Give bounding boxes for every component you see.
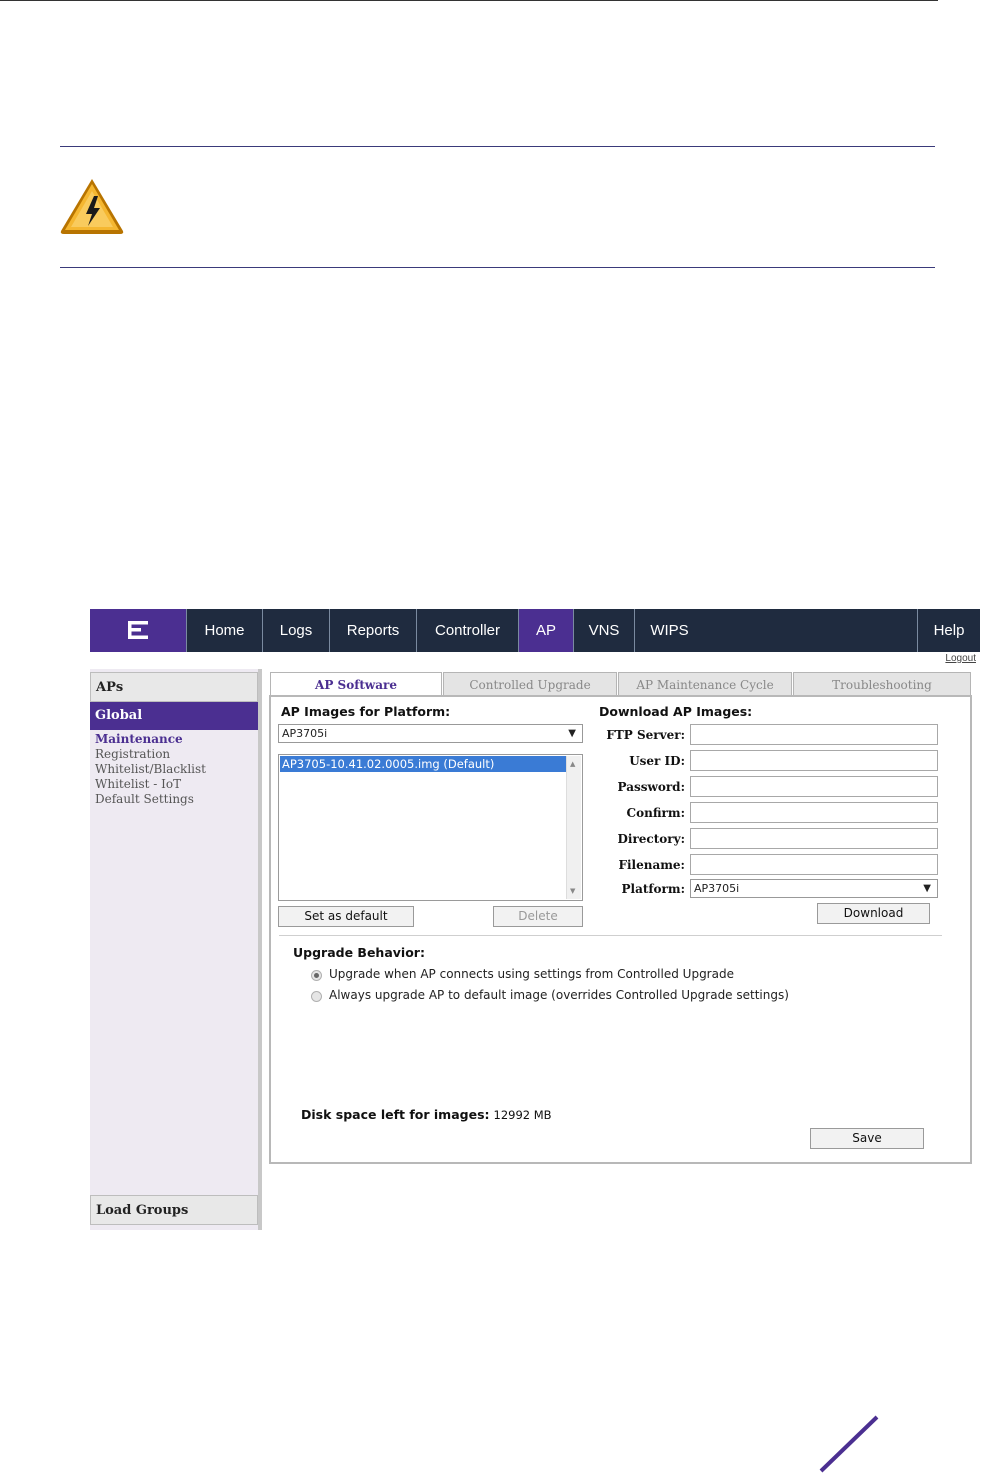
tab-ap-software-maintenance[interactable]: AP Software Maintenance (270, 672, 442, 716)
note-top-rule (60, 146, 935, 147)
sidebar-item-default-settings[interactable]: Default Settings (95, 792, 194, 807)
sidebar-item-maintenance[interactable]: Maintenance (95, 732, 183, 747)
image-list[interactable]: AP3705-10.41.02.0005.img (Default) ▲ ▼ (278, 754, 583, 901)
list-item[interactable]: AP3705-10.41.02.0005.img (Default) (280, 756, 567, 772)
brand-slash-icon (819, 1415, 879, 1473)
download-platform-select[interactable]: AP3705i ▼ (690, 879, 938, 898)
user-id-input[interactable] (690, 750, 938, 771)
tab-ap-maintenance-cycle[interactable]: AP Maintenance Cycle (618, 672, 792, 696)
top-rule (0, 0, 938, 1)
upgrade-option-label-0: Upgrade when AP connects using settings … (329, 967, 734, 981)
warning-electrical-hazard-icon (60, 179, 124, 234)
tab-troubleshooting[interactable]: Troubleshooting (793, 672, 971, 696)
upgrade-option-radio-0[interactable] (311, 970, 322, 981)
sidebar-load-groups[interactable]: Load Groups (90, 1195, 258, 1225)
filename-label: Filename: (618, 858, 685, 872)
confirm-label: Confirm: (626, 806, 685, 820)
ui-screenshot: Home Logs Reports Controller AP VNS WIPS… (90, 609, 980, 1230)
disk-space: Disk space left for images: 12992 MB (301, 1107, 552, 1122)
nav-reports[interactable]: Reports (329, 609, 416, 652)
sidebar-global-header[interactable]: Global (90, 702, 258, 730)
platform-select[interactable]: AP3705i ▼ (278, 724, 583, 743)
ftp-server-input[interactable] (690, 724, 938, 745)
logout-link[interactable]: Logout (945, 653, 976, 664)
upgrade-behavior-title: Upgrade Behavior: (293, 945, 425, 960)
sidebar-item-whitelist-blacklist[interactable]: Whitelist/Blacklist (95, 762, 206, 777)
download-platform-label: Platform: (621, 882, 685, 896)
main-panel: AP Images for Platform: AP3705i ▼ AP3705… (269, 695, 972, 1164)
delete-button[interactable]: Delete (493, 906, 583, 927)
confirm-input[interactable] (690, 802, 938, 823)
sidebar-aps-header[interactable]: APs (90, 672, 258, 702)
nav-ap[interactable]: AP (518, 609, 573, 652)
section-divider (279, 935, 942, 936)
directory-input[interactable] (690, 828, 938, 849)
nav-help[interactable]: Help (917, 609, 980, 652)
upgrade-option-radio-1[interactable] (311, 991, 322, 1002)
set-default-button[interactable]: Set as default (278, 906, 414, 927)
nav-wips[interactable]: WIPS (634, 609, 704, 652)
disk-space-label: Disk space left for images: (301, 1107, 490, 1122)
download-platform-value: AP3705i (694, 882, 740, 895)
upgrade-option-label-1: Always upgrade AP to default image (over… (329, 988, 789, 1002)
password-label: Password: (617, 780, 685, 794)
sidebar: APs Global Maintenance Registration Whit… (90, 669, 262, 1230)
disk-space-value: 12992 MB (493, 1108, 552, 1122)
nav-logs[interactable]: Logs (262, 609, 329, 652)
nav-home[interactable]: Home (186, 609, 262, 652)
list-scrollbar[interactable]: ▲ ▼ (566, 756, 581, 899)
extreme-logo-icon[interactable] (90, 609, 186, 652)
sidebar-item-whitelist-iot[interactable]: Whitelist - IoT (95, 777, 181, 792)
sidebar-item-registration[interactable]: Registration (95, 747, 170, 762)
note-bottom-rule (60, 267, 935, 268)
images-title: AP Images for Platform: (281, 704, 451, 719)
tab-controlled-upgrade[interactable]: Controlled Upgrade (443, 672, 617, 696)
download-title: Download AP Images: (599, 704, 753, 719)
directory-label: Directory: (617, 832, 686, 846)
password-input[interactable] (690, 776, 938, 797)
nav-vns[interactable]: VNS (573, 609, 634, 652)
nav-controller[interactable]: Controller (416, 609, 518, 652)
dropdown-arrow-icon: ▼ (923, 883, 931, 894)
download-button[interactable]: Download (817, 903, 930, 924)
platform-select-value: AP3705i (282, 727, 328, 740)
filename-input[interactable] (690, 854, 938, 875)
user-id-label: User ID: (629, 754, 685, 768)
ftp-server-label: FTP Server: (606, 728, 685, 742)
save-button[interactable]: Save (810, 1128, 924, 1149)
